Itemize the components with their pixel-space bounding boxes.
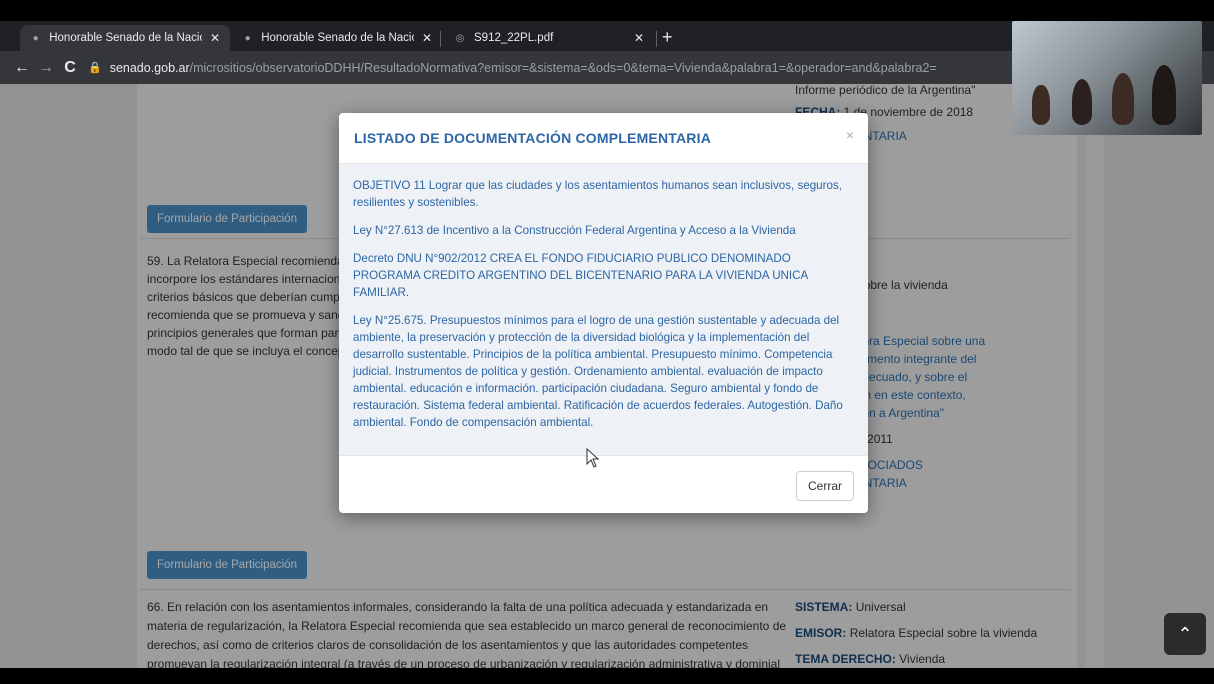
close-tab-icon[interactable]: ✕ <box>634 31 644 45</box>
back-button[interactable]: ← <box>10 59 34 77</box>
tab-separator <box>656 31 657 47</box>
close-tab-icon[interactable]: ✕ <box>210 31 220 45</box>
loading-icon: ● <box>244 32 251 44</box>
close-button[interactable]: Cerrar <box>795 471 854 501</box>
new-tab-button[interactable]: + <box>662 27 673 48</box>
modal-title: LISTADO DE DOCUMENTACIÓN COMPLEMENTARIA <box>354 130 712 146</box>
person-shape <box>1112 73 1134 125</box>
document-link[interactable]: Decreto DNU N°902/2012 CREA EL FONDO FID… <box>353 250 854 301</box>
loading-icon: ● <box>32 32 39 44</box>
mouse-cursor-icon <box>586 448 600 468</box>
person-shape <box>1072 79 1092 125</box>
close-tab-icon[interactable]: ✕ <box>422 31 432 45</box>
document-link[interactable]: OBJETIVO 11 Lograr que las ciudades y lo… <box>353 177 854 211</box>
tab-title: Honorable Senado de la Nación <box>49 32 202 44</box>
url-path: /micrositios/observatorioDDHH/ResultadoN… <box>189 60 937 75</box>
modal-body: OBJETIVO 11 Lograr que las ciudades y lo… <box>339 164 868 455</box>
forward-button[interactable]: → <box>34 59 58 77</box>
chevron-up-icon: ⌃ <box>1177 623 1193 644</box>
globe-icon: ◎ <box>455 32 465 44</box>
document-link[interactable]: Ley N°27.613 de Incentivo a la Construcc… <box>353 222 854 239</box>
close-icon[interactable]: × <box>846 127 854 143</box>
modal-header: LISTADO DE DOCUMENTACIÓN COMPLEMENTARIA … <box>339 113 868 164</box>
tab-senado-2[interactable]: ● Honorable Senado de la Nación ✕ <box>232 25 442 51</box>
documentation-modal: LISTADO DE DOCUMENTACIÓN COMPLEMENTARIA … <box>339 113 868 513</box>
tab-pdf[interactable]: ◎ S912_22PL.pdf ✕ <box>444 25 654 51</box>
tab-title: Honorable Senado de la Nación <box>261 32 414 44</box>
person-shape <box>1032 85 1050 125</box>
address-bar[interactable]: 🔒 senado.gob.ar/micrositios/observatorio… <box>88 55 937 81</box>
scroll-to-top-button[interactable]: ⌃ <box>1164 613 1206 655</box>
tab-senado-1[interactable]: ● Honorable Senado de la Nación ✕ <box>20 25 230 51</box>
video-call-thumbnail <box>1012 21 1202 135</box>
tab-title: S912_22PL.pdf <box>474 32 554 44</box>
lock-icon: 🔒 <box>88 62 102 74</box>
document-link[interactable]: Ley N°25.675. Presupuestos mínimos para … <box>353 312 854 431</box>
tab-separator <box>440 31 441 47</box>
url-host: senado.gob.ar <box>109 60 190 75</box>
reload-button[interactable]: C <box>58 59 82 77</box>
modal-footer: Cerrar <box>339 455 868 513</box>
person-shape <box>1152 65 1176 125</box>
